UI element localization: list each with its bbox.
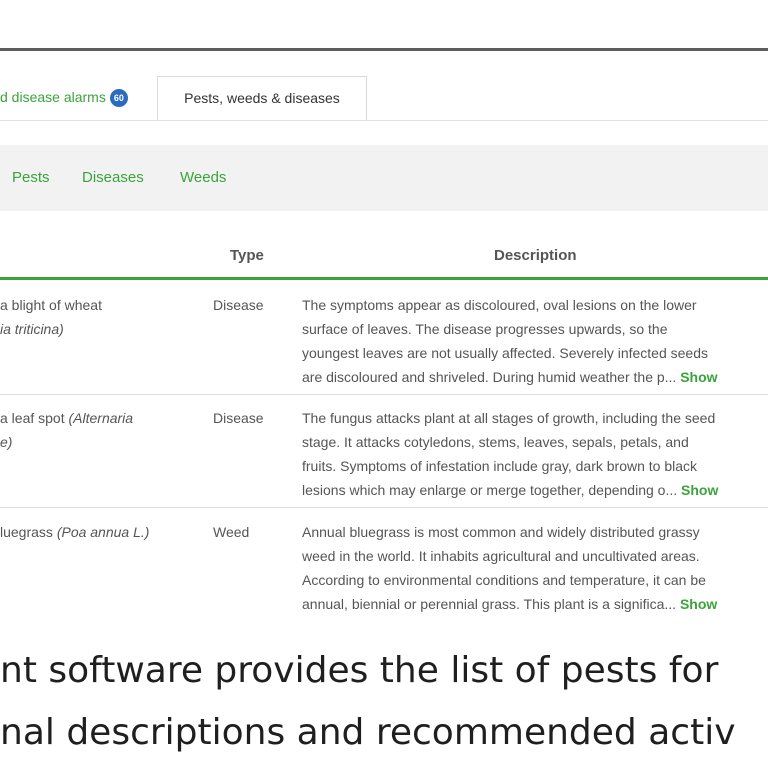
column-header-type[interactable]: Type <box>230 247 264 264</box>
scientific-name: e) <box>0 434 13 450</box>
description-line: The fungus attacks plant at all stages o… <box>302 410 716 426</box>
description-line: youngest leaves are not usually affected… <box>302 345 708 361</box>
description-line: Annual bluegrass is most common and wide… <box>302 524 700 540</box>
description-line: are discoloured and shriveled. During hu… <box>302 365 768 389</box>
column-header-description[interactable]: Description <box>494 247 577 264</box>
scientific-name: ia triticina) <box>0 321 64 337</box>
common-name: a leaf spot <box>0 410 69 426</box>
organism-name: a blight of wheat ia triticina) <box>0 293 200 341</box>
description-cell: The fungus attacks plant at all stages o… <box>302 406 768 502</box>
description-cell: The symptoms appear as discoloured, oval… <box>302 293 768 389</box>
description-line: According to environmental conditions an… <box>302 572 706 588</box>
table-row[interactable]: a blight of wheat ia triticina) Disease … <box>0 283 768 395</box>
description-line: stage. It attacks cotyledons, stems, lea… <box>302 434 689 450</box>
show-more-link[interactable]: Show <box>680 596 717 612</box>
scientific-name: (Alternaria <box>68 410 134 426</box>
table-header: Type Description <box>0 240 768 278</box>
type-cell: Disease <box>213 297 264 313</box>
row-separator <box>0 507 768 508</box>
alarm-count-badge: 60 <box>109 89 128 108</box>
header-underline <box>0 277 768 280</box>
filter-pests[interactable]: Pests <box>12 169 50 186</box>
description-cell: Annual bluegrass is most common and wide… <box>302 520 768 616</box>
description-text: lesions which may enlarge or merge toget… <box>302 482 678 498</box>
description-line: lesions which may enlarge or merge toget… <box>302 478 768 502</box>
organism-name: luegrass (Poa annua L.) <box>0 520 200 544</box>
common-name: luegrass <box>0 524 57 540</box>
description-line: annual, biennial or perennial grass. Thi… <box>302 592 768 616</box>
type-cell: Disease <box>213 410 264 426</box>
description-line: fruits. Symptoms of infestation include … <box>302 458 698 474</box>
description-text: are discoloured and shriveled. During hu… <box>302 369 677 385</box>
table-row[interactable]: a leaf spot (Alternaria e) Disease The f… <box>0 396 768 508</box>
filter-weeds[interactable]: Weeds <box>180 169 226 186</box>
common-name: a blight of wheat <box>0 297 102 313</box>
description-text: annual, biennial or perennial grass. Thi… <box>302 596 677 612</box>
name-line: ia triticina) <box>0 317 200 341</box>
description-line: weed in the world. It inhabits agricultu… <box>302 548 700 564</box>
scientific-name: (Poa annua L.) <box>56 524 150 540</box>
description-line: surface of leaves. The disease progresse… <box>302 321 668 337</box>
show-more-link[interactable]: Show <box>681 482 718 498</box>
type-cell: Weed <box>213 524 250 540</box>
row-separator <box>0 394 768 395</box>
tab-bar-baseline <box>0 120 768 121</box>
name-line: luegrass (Poa annua L.) <box>0 520 200 544</box>
filter-bar: Pests Diseases Weeds <box>0 145 768 211</box>
table-row[interactable]: luegrass (Poa annua L.) Weed Annual blue… <box>0 510 768 622</box>
caption-line: nt software provides the list of pests f… <box>0 650 719 691</box>
caption-line: nal descriptions and recommended activ <box>0 712 736 753</box>
description-line: The symptoms appear as discoloured, oval… <box>302 297 697 313</box>
organism-name: a leaf spot (Alternaria e) <box>0 406 200 454</box>
name-line: a blight of wheat <box>0 293 200 317</box>
filter-diseases[interactable]: Diseases <box>82 169 144 186</box>
top-divider <box>0 48 768 51</box>
show-more-link[interactable]: Show <box>680 369 717 385</box>
tab-disease-alarms[interactable]: d disease alarms 60 <box>0 89 128 108</box>
name-line: a leaf spot (Alternaria <box>0 406 200 430</box>
name-line: e) <box>0 430 200 454</box>
tab-pests-weeds-diseases[interactable]: Pests, weeds & diseases <box>157 76 367 121</box>
tab-alarms-label: d disease alarms <box>0 89 106 105</box>
tab-bar: d disease alarms 60 Pests, weeds & diseas… <box>0 76 768 122</box>
